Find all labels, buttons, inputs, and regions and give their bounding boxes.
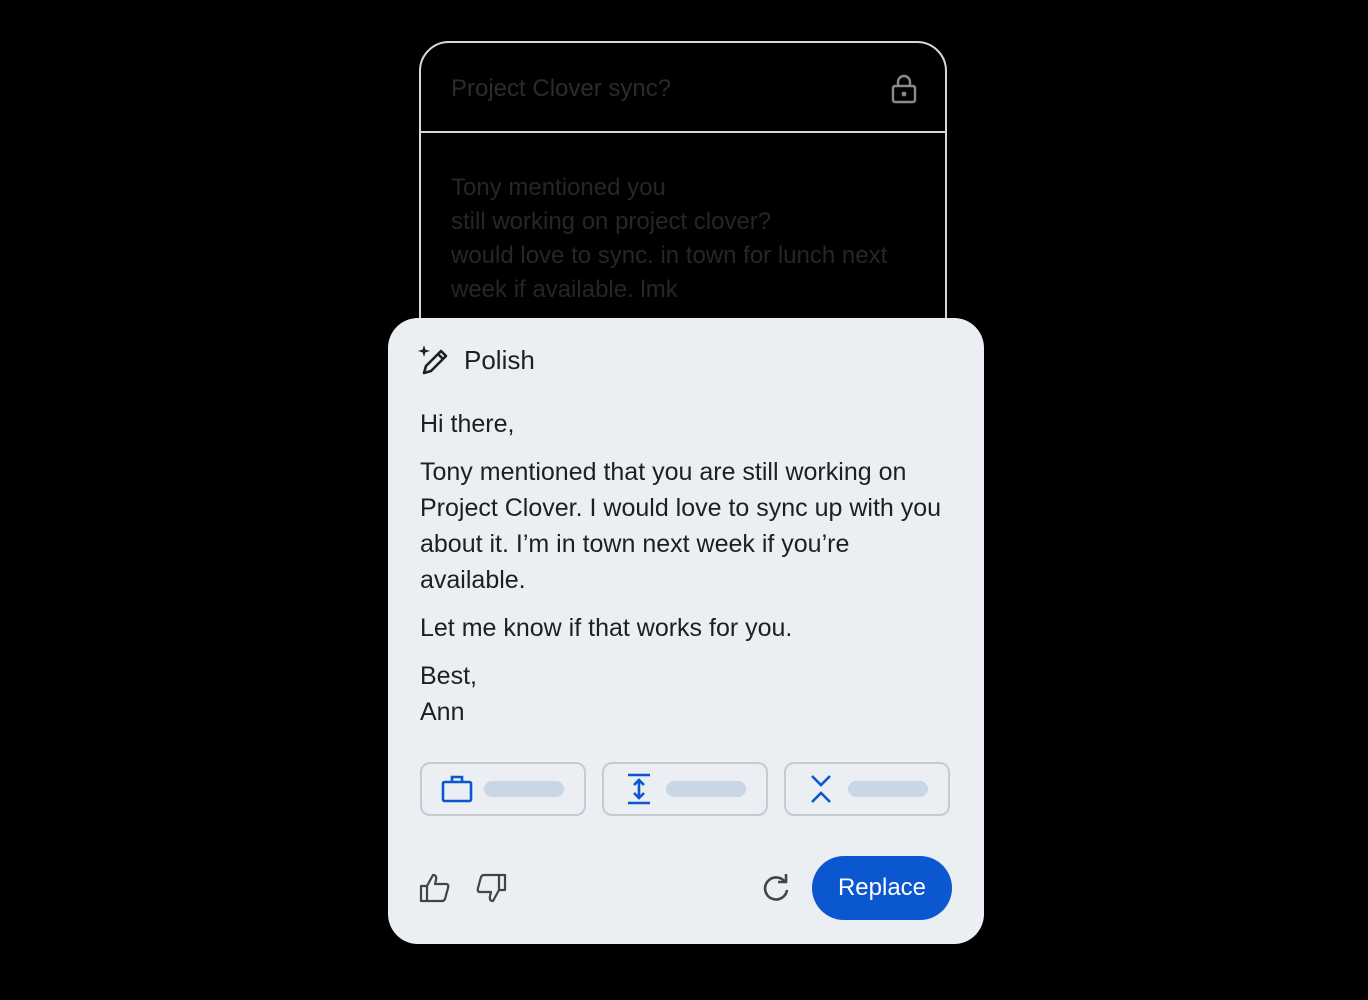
refine-chips <box>420 762 950 816</box>
greeting: Hi there, <box>420 410 515 438</box>
suggestion-paragraph: Tony mentioned that you are still workin… <box>420 458 942 594</box>
formalize-chip[interactable] <box>420 762 586 816</box>
signature-name: Ann <box>420 698 465 726</box>
closing-line: Let me know if that works for you. <box>420 614 793 642</box>
chip-label-placeholder <box>666 781 746 797</box>
thumbs-down-icon[interactable] <box>474 871 508 905</box>
chip-label-placeholder <box>484 781 564 797</box>
compose-header: Project Clover sync? <box>421 43 945 133</box>
shorten-chip[interactable] <box>784 762 950 816</box>
briefcase-icon <box>441 775 473 803</box>
body-line: still working on project clover? <box>451 208 772 235</box>
body-line: would love to sync. in town for lunch ne… <box>451 242 888 269</box>
pen-sparkle-icon <box>418 345 448 375</box>
signoff: Best, <box>420 662 477 690</box>
thumbs-up-icon[interactable] <box>418 871 452 905</box>
body-line: week if available. lmk <box>451 276 678 303</box>
refresh-icon[interactable] <box>759 871 793 905</box>
polish-title: Polish <box>464 344 535 375</box>
expand-vertical-icon <box>628 773 650 805</box>
collapse-vertical-icon <box>811 775 831 803</box>
replace-button[interactable]: Replace <box>812 856 952 920</box>
subject-field[interactable]: Project Clover sync? <box>451 75 671 103</box>
polish-header: Polish <box>416 344 535 376</box>
suggested-text: Hi there, Tony mentioned that you are st… <box>420 406 960 730</box>
compose-body[interactable]: Tony mentioned you still working on proj… <box>451 171 921 307</box>
body-line: Tony mentioned you <box>451 174 666 201</box>
chip-label-placeholder <box>848 781 928 797</box>
polish-card: Polish Hi there, Tony mentioned that you… <box>388 318 984 944</box>
elaborate-chip[interactable] <box>602 762 768 816</box>
lock-icon <box>891 74 917 104</box>
